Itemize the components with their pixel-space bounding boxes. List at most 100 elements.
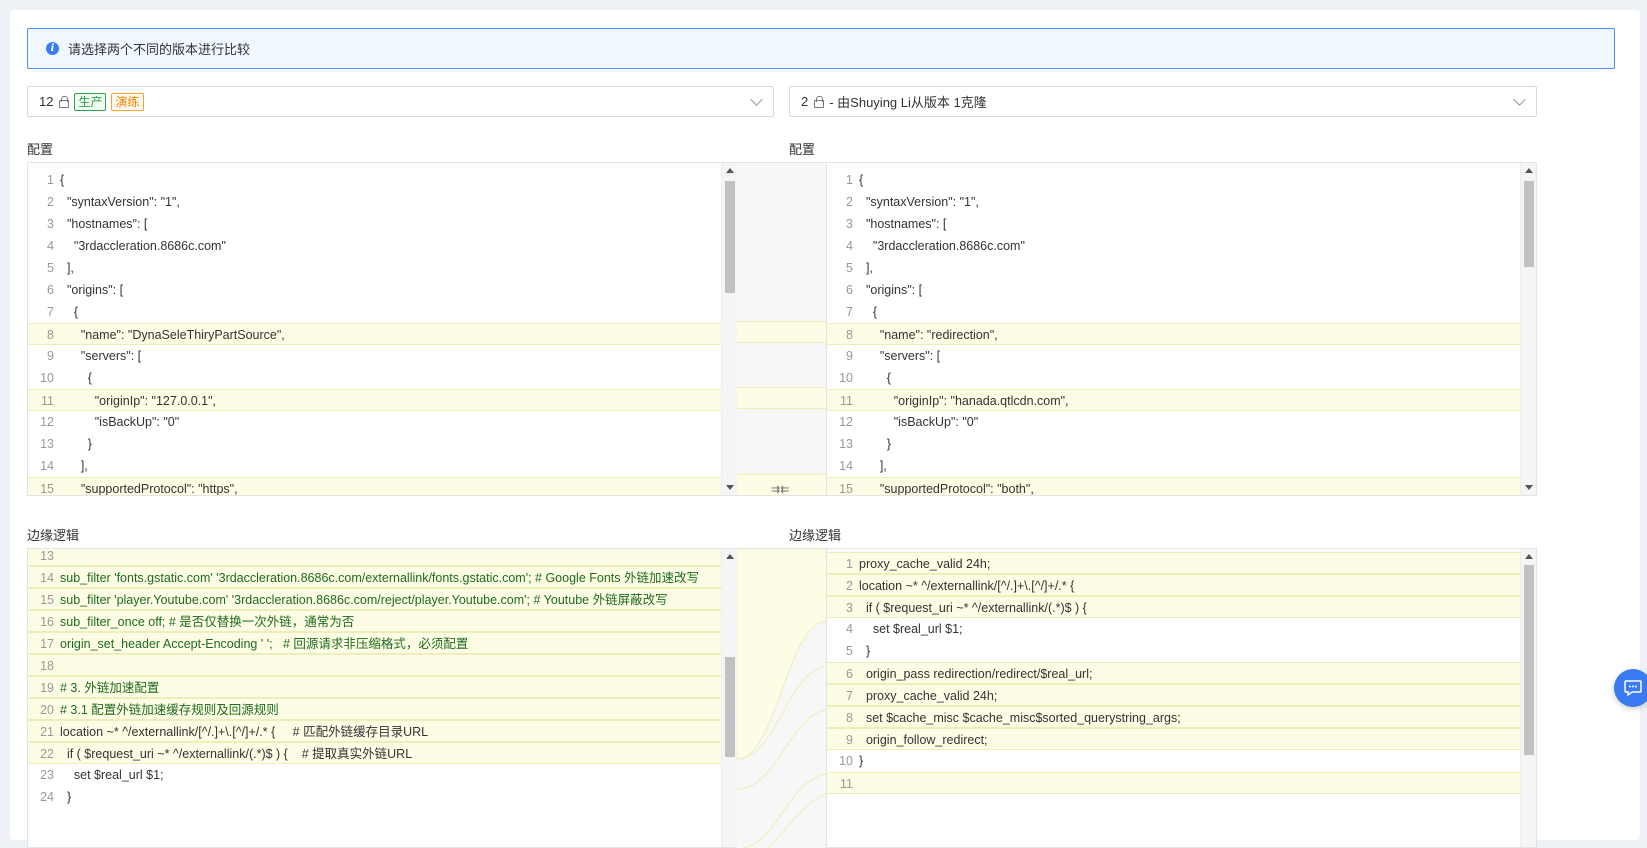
edge-logic-editor-left[interactable]: 24 } 23 set $real_url $1; 22 if ( $request… bbox=[27, 548, 738, 848]
code-text: } bbox=[859, 437, 891, 451]
code-line[interactable]: 12 "isBackUp": "0" bbox=[827, 411, 1520, 433]
code-line[interactable]: 5 ], bbox=[827, 257, 1520, 279]
line-number: 1 bbox=[846, 173, 853, 187]
code-line[interactable]: 6 "origins": [ bbox=[28, 279, 721, 301]
code-line[interactable]: 8 set $cache_misc $cache_misc$sorted_que… bbox=[827, 706, 1520, 728]
code-line[interactable]: 4 "3rdaccleration.8686c.com" bbox=[827, 235, 1520, 257]
right-version-select[interactable]: 2 - 由Shuying Li从版本 1克隆 bbox=[789, 86, 1537, 117]
code-line[interactable]: 11 "originIp": "127.0.0.1", bbox=[28, 389, 721, 411]
code-line[interactable]: 13 } bbox=[827, 433, 1520, 455]
code-line[interactable]: 11 bbox=[827, 772, 1520, 794]
config-editor-left[interactable]: 15 "supportedProtocol": "https", 14 ], 13 … bbox=[27, 162, 738, 496]
code-line[interactable]: 13 } bbox=[28, 433, 721, 455]
code-text: "hostnames": [ bbox=[859, 217, 947, 231]
code-line[interactable]: 6 "origins": [ bbox=[827, 279, 1520, 301]
chat-support-button[interactable] bbox=[1614, 669, 1647, 707]
scroll-up-icon[interactable] bbox=[726, 168, 734, 173]
scrollbar[interactable] bbox=[1520, 163, 1536, 495]
scroll-thumb[interactable] bbox=[725, 657, 735, 757]
scroll-up-icon[interactable] bbox=[1525, 554, 1533, 559]
merge-arrows-icon[interactable]: ⇉⇇ bbox=[771, 483, 789, 495]
code-text: "isBackUp": "0" bbox=[60, 415, 180, 429]
scroll-up-icon[interactable] bbox=[726, 554, 734, 559]
page-container: i 请选择两个不同的版本进行比较 12 生产 演练 2 - 由Shuying L… bbox=[10, 10, 1647, 848]
line-number: 12 bbox=[839, 415, 853, 429]
code-line[interactable]: 3 "hostnames": [ bbox=[28, 213, 721, 235]
scrollbar[interactable] bbox=[721, 163, 737, 495]
line-number: 15 bbox=[40, 593, 54, 607]
tag-staging: 演练 bbox=[111, 92, 144, 111]
lock-icon bbox=[58, 95, 70, 108]
line-number: 3 bbox=[846, 217, 853, 231]
code-line[interactable]: 1{ bbox=[28, 169, 721, 191]
line-number: 15 bbox=[40, 482, 54, 496]
code-line[interactable]: 19 # 3. 外链加速配置 bbox=[28, 676, 721, 698]
code-line[interactable]: 15 "supportedProtocol": "both", bbox=[827, 477, 1520, 495]
code-line[interactable]: 21 location ~* ^/externallink/[^/.]+\.[^/… bbox=[28, 720, 721, 742]
code-line[interactable]: 2 "syntaxVersion": "1", bbox=[28, 191, 721, 213]
code-line[interactable]: 1{ bbox=[827, 169, 1520, 191]
scroll-thumb[interactable] bbox=[1524, 565, 1534, 755]
code-line[interactable]: 10 { bbox=[28, 367, 721, 389]
scroll-down-icon[interactable] bbox=[1525, 485, 1533, 490]
code-line[interactable]: 15 "supportedProtocol": "https", bbox=[28, 477, 721, 496]
code-text: ], bbox=[60, 261, 74, 275]
code-line[interactable]: 17 origin_set_header Accept-Encoding ' ';… bbox=[28, 632, 721, 654]
code-line[interactable]: 5 ], bbox=[28, 257, 721, 279]
code-line[interactable]: 9 origin_follow_redirect; bbox=[827, 728, 1520, 750]
code-line[interactable]: 9 "servers": [ bbox=[827, 345, 1520, 367]
code-text: # 3.1 配置外链加速缓存规则及回源规则 bbox=[60, 703, 279, 717]
code-line[interactable]: 8 "name": "redirection", bbox=[827, 323, 1520, 345]
code-line[interactable]: 10} bbox=[827, 750, 1520, 772]
code-line[interactable]: 14 ], bbox=[28, 455, 721, 477]
code-text: } bbox=[60, 437, 92, 451]
code-line[interactable]: 1 proxy_cache_valid 24h; bbox=[827, 552, 1520, 574]
code-text: proxy_cache_valid 24h; bbox=[859, 557, 991, 571]
chevron-down-icon[interactable] bbox=[1513, 93, 1526, 106]
code-line[interactable]: 18 bbox=[28, 654, 721, 676]
line-number: 10 bbox=[839, 371, 853, 385]
chevron-down-icon[interactable] bbox=[750, 93, 763, 106]
code-line[interactable]: 3 if ( $request_uri ~* ^/externallink/(.… bbox=[827, 596, 1520, 618]
code-line[interactable]: 22 if ( $request_uri ~* ^/externallink/(… bbox=[28, 742, 721, 764]
code-line[interactable]: 14 ], bbox=[827, 455, 1520, 477]
line-number: 21 bbox=[40, 725, 54, 739]
left-version-select[interactable]: 12 生产 演练 bbox=[27, 86, 774, 117]
code-line[interactable]: 20 # 3.1 配置外链加速缓存规则及回源规则 bbox=[28, 698, 721, 720]
scroll-up-icon[interactable] bbox=[1525, 168, 1533, 173]
code-line[interactable]: 15 sub_filter 'player.Youtube.com' '3rdac… bbox=[28, 588, 721, 610]
code-line[interactable]: 11 "originIp": "hanada.qtlcdn.com", bbox=[827, 389, 1520, 411]
code-line[interactable]: 5 } bbox=[827, 640, 1520, 662]
scrollbar[interactable] bbox=[1520, 549, 1536, 847]
line-number: 8 bbox=[47, 328, 54, 342]
edge-logic-editor-right[interactable]: 11 10} 9 origin_follow_redirect; 8 set $cac… bbox=[826, 548, 1537, 848]
diff-gutter-config: ⇉⇇ bbox=[737, 162, 827, 496]
code-line[interactable]: 7 { bbox=[827, 301, 1520, 323]
scroll-thumb[interactable] bbox=[725, 181, 735, 293]
code-line[interactable]: 4 "3rdaccleration.8686c.com" bbox=[28, 235, 721, 257]
code-line[interactable]: 14 sub_filter 'fonts.gstatic.com' '3rdacc… bbox=[28, 566, 721, 588]
scrollbar[interactable] bbox=[721, 549, 737, 847]
code-line[interactable]: 12 "isBackUp": "0" bbox=[28, 411, 721, 433]
code-line[interactable]: 16 sub_filter_once off; # 是否仅替换一次外链，通常为否 bbox=[28, 610, 721, 632]
code-text: set $real_url $1; bbox=[60, 768, 164, 782]
config-label-right: 配置 bbox=[789, 142, 816, 157]
code-line[interactable]: 10 { bbox=[827, 367, 1520, 389]
code-line[interactable]: 3 "hostnames": [ bbox=[827, 213, 1520, 235]
scroll-down-icon[interactable] bbox=[726, 485, 734, 490]
code-line[interactable]: 23 set $real_url $1; bbox=[28, 764, 721, 786]
code-line[interactable]: 4 set $real_url $1; bbox=[827, 618, 1520, 640]
scroll-thumb[interactable] bbox=[1524, 181, 1534, 267]
code-line[interactable]: 7 { bbox=[28, 301, 721, 323]
config-editor-right[interactable]: 15 "supportedProtocol": "both", 14 ], 13 }… bbox=[826, 162, 1537, 496]
info-alert: i 请选择两个不同的版本进行比较 bbox=[27, 28, 1615, 69]
code-line[interactable]: 13 bbox=[28, 549, 721, 566]
code-line[interactable]: 6 origin_pass redirection/redirect/$real… bbox=[827, 662, 1520, 684]
code-line[interactable]: 2 location ~* ^/externallink/[^/.]+\.[^/]… bbox=[827, 574, 1520, 596]
code-line[interactable]: 7 proxy_cache_valid 24h; bbox=[827, 684, 1520, 706]
code-line[interactable]: 2 "syntaxVersion": "1", bbox=[827, 191, 1520, 213]
code-line[interactable]: 8 "name": "DynaSeleThiryPartSource", bbox=[28, 323, 721, 345]
code-line[interactable]: 24 } bbox=[28, 786, 721, 808]
code-text: if ( $request_uri ~* ^/externallink/(.*)… bbox=[60, 747, 413, 761]
code-line[interactable]: 9 "servers": [ bbox=[28, 345, 721, 367]
